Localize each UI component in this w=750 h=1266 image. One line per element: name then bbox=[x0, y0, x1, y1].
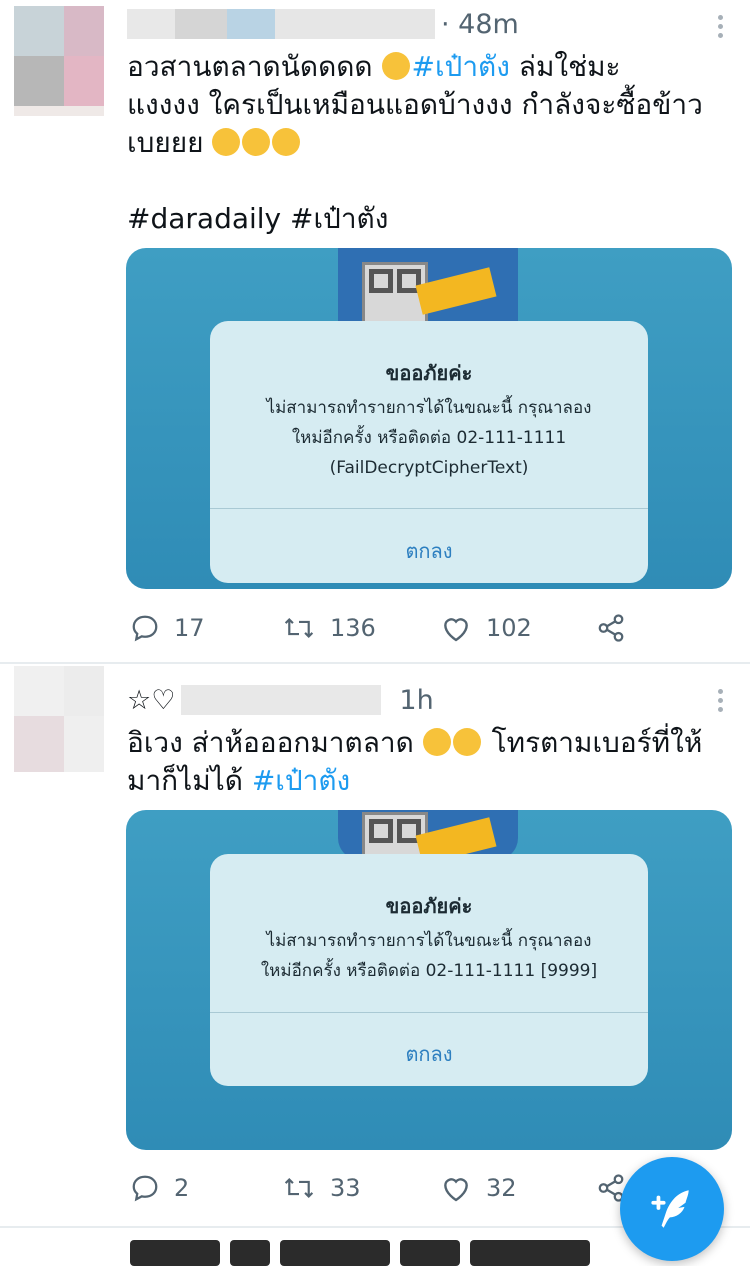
tweet-text: อวสานตลาดนัดดดด #เป๋าตัง ล่มใช่มะ แงงงง … bbox=[127, 50, 703, 159]
tweet-header: · 48m bbox=[127, 6, 519, 42]
more-icon[interactable] bbox=[710, 682, 730, 718]
crying-face-emoji-icon bbox=[212, 128, 241, 156]
crying-face-emoji-icon bbox=[422, 728, 451, 756]
more-icon[interactable] bbox=[710, 8, 730, 44]
reply-count: 17 bbox=[174, 614, 205, 642]
retweet-button[interactable]: 136 bbox=[282, 610, 376, 646]
tired-face-emoji-icon bbox=[452, 728, 481, 756]
tweet-header: ☆♡ 1h bbox=[127, 682, 434, 718]
tweet[interactable]: ☆♡ 1h อิเวง ส่าห้อออกมาตลาด โทรตามเบอร์ท… bbox=[0, 664, 750, 1226]
reply-icon bbox=[132, 615, 158, 642]
blurred-username bbox=[181, 685, 382, 715]
blurred-username bbox=[127, 9, 175, 39]
retweet-icon bbox=[284, 617, 314, 639]
tweet-time: · 48m bbox=[441, 8, 519, 40]
like-button[interactable]: 32 bbox=[440, 1170, 517, 1206]
compose-icon bbox=[651, 1190, 689, 1228]
retweet-icon bbox=[284, 1177, 314, 1199]
retweet-button[interactable]: 33 bbox=[282, 1170, 361, 1206]
reply-button[interactable]: 17 bbox=[130, 610, 205, 646]
ok-button[interactable]: ตกลง bbox=[210, 535, 648, 567]
compose-tweet-button[interactable] bbox=[620, 1157, 724, 1261]
blurred-username bbox=[175, 9, 227, 39]
error-dialog: ขออภัยค่ะ ไม่สามารถทำรายการได้ในขณะนี้ ก… bbox=[210, 854, 648, 1086]
dialog-message: ไม่สามารถทำรายการได้ในขณะนี้ กรุณาลอง ให… bbox=[260, 931, 598, 981]
dialog-divider bbox=[210, 508, 648, 509]
tweet-image[interactable]: ขออภัยค่ะ ไม่สามารถทำรายการได้ในขณะนี้ ก… bbox=[126, 810, 732, 1150]
like-count: 32 bbox=[486, 1174, 517, 1202]
reply-icon bbox=[132, 1175, 158, 1202]
reply-button[interactable]: 2 bbox=[130, 1170, 189, 1206]
tweet-text: อิเวง ส่าห้อออกมาตลาด โทรตามเบอร์ที่ให้ … bbox=[127, 726, 703, 797]
action-bar: 17 136 102 bbox=[130, 610, 650, 646]
dialog-title: ขออภัยค่ะ bbox=[385, 894, 473, 918]
sad-face-emoji-icon bbox=[381, 52, 410, 80]
dialog-divider bbox=[210, 1012, 648, 1013]
ok-button[interactable]: ตกลง bbox=[210, 1038, 648, 1070]
app-icon bbox=[338, 810, 518, 878]
dialog-message: ไม่สามารถทำรายการได้ในขณะนี้ กรุณาลอง ให… bbox=[266, 398, 592, 478]
error-dialog: ขออภัยค่ะ ไม่สามารถทำรายการได้ในขณะนี้ ก… bbox=[210, 321, 648, 583]
tweet-image[interactable]: ขออภัยค่ะ ไม่สามารถทำรายการได้ในขณะนี้ ก… bbox=[126, 248, 732, 589]
share-icon bbox=[598, 614, 624, 642]
hashtag-link[interactable]: #เป๋าตัง bbox=[412, 50, 510, 83]
retweet-count: 136 bbox=[330, 614, 376, 642]
tweet[interactable]: · 48m อวสานตลาดนัดดดด #เป๋าตัง ล่มใช่มะ … bbox=[0, 0, 750, 662]
action-bar: 2 33 32 bbox=[130, 1170, 650, 1206]
user-symbols: ☆♡ bbox=[127, 684, 176, 716]
blurred-username bbox=[275, 9, 435, 39]
dialog-title: ขออภัยค่ะ bbox=[385, 361, 473, 385]
like-icon bbox=[444, 618, 468, 642]
next-tweet-preview bbox=[130, 1240, 590, 1266]
crying-face-emoji-icon bbox=[272, 128, 301, 156]
reply-count: 2 bbox=[174, 1174, 190, 1202]
share-button[interactable] bbox=[596, 610, 626, 646]
blurred-username bbox=[227, 9, 275, 39]
hashtag-links[interactable]: #daradaily #เป๋าตัง bbox=[127, 200, 727, 238]
avatar[interactable] bbox=[14, 6, 104, 116]
like-icon bbox=[444, 1178, 468, 1202]
avatar[interactable] bbox=[14, 666, 104, 772]
tweet-time: 1h bbox=[399, 684, 434, 716]
retweet-count: 33 bbox=[330, 1174, 361, 1202]
like-count: 102 bbox=[486, 614, 532, 642]
crying-face-emoji-icon bbox=[242, 128, 271, 156]
hashtag-link[interactable]: #เป๋าตัง bbox=[252, 764, 350, 797]
like-button[interactable]: 102 bbox=[440, 610, 532, 646]
